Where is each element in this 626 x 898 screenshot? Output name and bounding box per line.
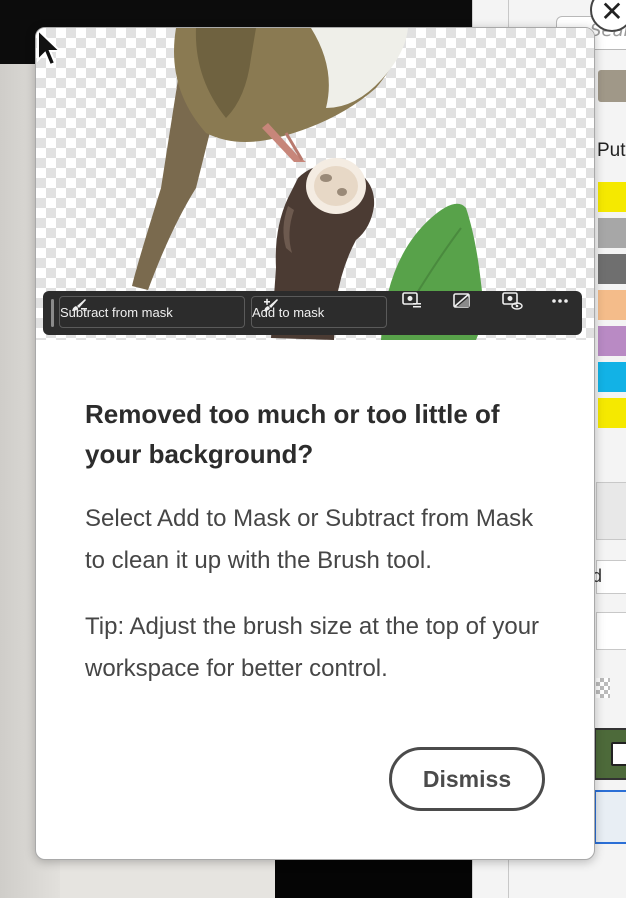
coachmark-title: Removed too much or too little of your b… bbox=[85, 399, 500, 469]
panel-label: Put bbox=[597, 140, 626, 161]
app-bottom-bar bbox=[275, 860, 472, 898]
color-chip[interactable] bbox=[598, 70, 626, 102]
coachmark-tip: Tip: Adjust the brush size at the top of… bbox=[85, 613, 540, 682]
panel-tab-strip[interactable] bbox=[596, 482, 626, 540]
color-swatch[interactable] bbox=[598, 398, 626, 428]
coachmark-dialog: Subtract from mask Add to mask Removed t… bbox=[35, 27, 595, 860]
color-swatch[interactable] bbox=[598, 182, 626, 212]
brush-minus-icon bbox=[72, 299, 87, 311]
color-swatch[interactable] bbox=[598, 290, 626, 320]
color-swatch[interactable] bbox=[598, 362, 626, 392]
view-mask-icon[interactable] bbox=[501, 291, 523, 311]
mouse-pointer-icon bbox=[37, 28, 63, 67]
more-icon[interactable] bbox=[549, 291, 571, 311]
color-swatch[interactable] bbox=[598, 254, 626, 284]
brush-plus-icon bbox=[264, 298, 278, 311]
layer-mask-icon bbox=[611, 742, 626, 766]
dismiss-button[interactable]: Dismiss bbox=[389, 747, 545, 811]
invert-mask-icon[interactable] bbox=[451, 291, 473, 311]
coachmark-body: Select Add to Mask or Subtract from Mask… bbox=[85, 505, 534, 574]
layer-thumbnail-selected[interactable] bbox=[594, 790, 626, 844]
toolbar-grip-handle[interactable] bbox=[51, 299, 54, 327]
subtract-from-mask-button[interactable]: Subtract from mask bbox=[59, 296, 245, 328]
panel-field-2[interactable] bbox=[596, 612, 626, 650]
add-to-mask-button[interactable]: Add to mask bbox=[251, 296, 387, 328]
refine-mask-icon[interactable] bbox=[401, 291, 423, 311]
mask-toolbar: Subtract from mask Add to mask bbox=[43, 291, 582, 335]
color-swatch[interactable] bbox=[598, 326, 626, 356]
transparency-icon bbox=[596, 678, 610, 698]
preview-image: Subtract from mask Add to mask bbox=[36, 28, 594, 340]
color-swatch[interactable] bbox=[598, 218, 626, 248]
